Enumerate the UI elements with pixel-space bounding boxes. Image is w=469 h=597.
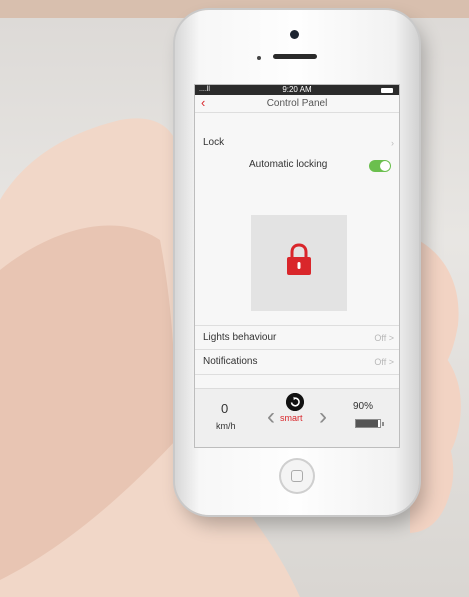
proximity-sensor-icon bbox=[257, 56, 261, 60]
mode-next-button[interactable]: › bbox=[319, 403, 327, 431]
automatic-locking-row: Automatic locking bbox=[195, 155, 399, 175]
setting-row-lights[interactable]: Lights behaviour Off > bbox=[195, 325, 399, 350]
setting-row-notifications[interactable]: Notifications Off > bbox=[195, 349, 399, 375]
mode-prev-button[interactable]: ‹ bbox=[267, 403, 275, 431]
battery-status-icon bbox=[381, 88, 393, 93]
chevron-left-icon[interactable]: ‹ bbox=[201, 95, 205, 111]
speed-unit: km/h bbox=[216, 421, 236, 431]
padlock-icon bbox=[287, 243, 311, 275]
refresh-icon bbox=[286, 393, 304, 411]
front-camera-icon bbox=[290, 30, 299, 39]
earpiece-speaker-icon bbox=[273, 54, 317, 59]
setting-value: Off > bbox=[374, 357, 394, 367]
lock-label: Lock bbox=[203, 137, 225, 148]
setting-label: Lights behaviour bbox=[203, 332, 277, 343]
phone-device: ....ll 9:20 AM ‹ Control Panel Lock › Au… bbox=[175, 10, 419, 515]
page-title: Control Panel bbox=[266, 98, 328, 109]
dashboard-panel: 0 km/h ‹ smart › 90% bbox=[195, 388, 399, 447]
battery-tip-icon bbox=[382, 422, 384, 426]
mode-label: smart bbox=[280, 413, 303, 423]
lock-button[interactable] bbox=[251, 215, 347, 311]
battery-fill bbox=[356, 420, 378, 427]
battery-percentage: 90% bbox=[353, 401, 374, 412]
home-square-icon bbox=[291, 470, 303, 482]
setting-label: Notifications bbox=[203, 356, 258, 367]
signal-indicator: ....ll bbox=[199, 86, 210, 93]
speed-value: 0 bbox=[221, 401, 229, 416]
lock-row[interactable]: Lock › bbox=[195, 131, 399, 155]
automatic-locking-toggle[interactable] bbox=[369, 160, 391, 172]
chevron-right-icon: › bbox=[391, 138, 394, 148]
automatic-locking-label: Automatic locking bbox=[249, 159, 328, 170]
home-button[interactable] bbox=[279, 458, 315, 494]
status-bar: ....ll 9:20 AM bbox=[195, 85, 399, 95]
status-time: 9:20 AM bbox=[282, 85, 312, 94]
app-screen: ....ll 9:20 AM ‹ Control Panel Lock › Au… bbox=[195, 85, 399, 447]
battery-level-bar bbox=[355, 419, 381, 428]
setting-value: Off > bbox=[374, 333, 394, 343]
toggle-knob bbox=[380, 161, 390, 171]
navigation-bar: ‹ Control Panel bbox=[195, 95, 399, 113]
